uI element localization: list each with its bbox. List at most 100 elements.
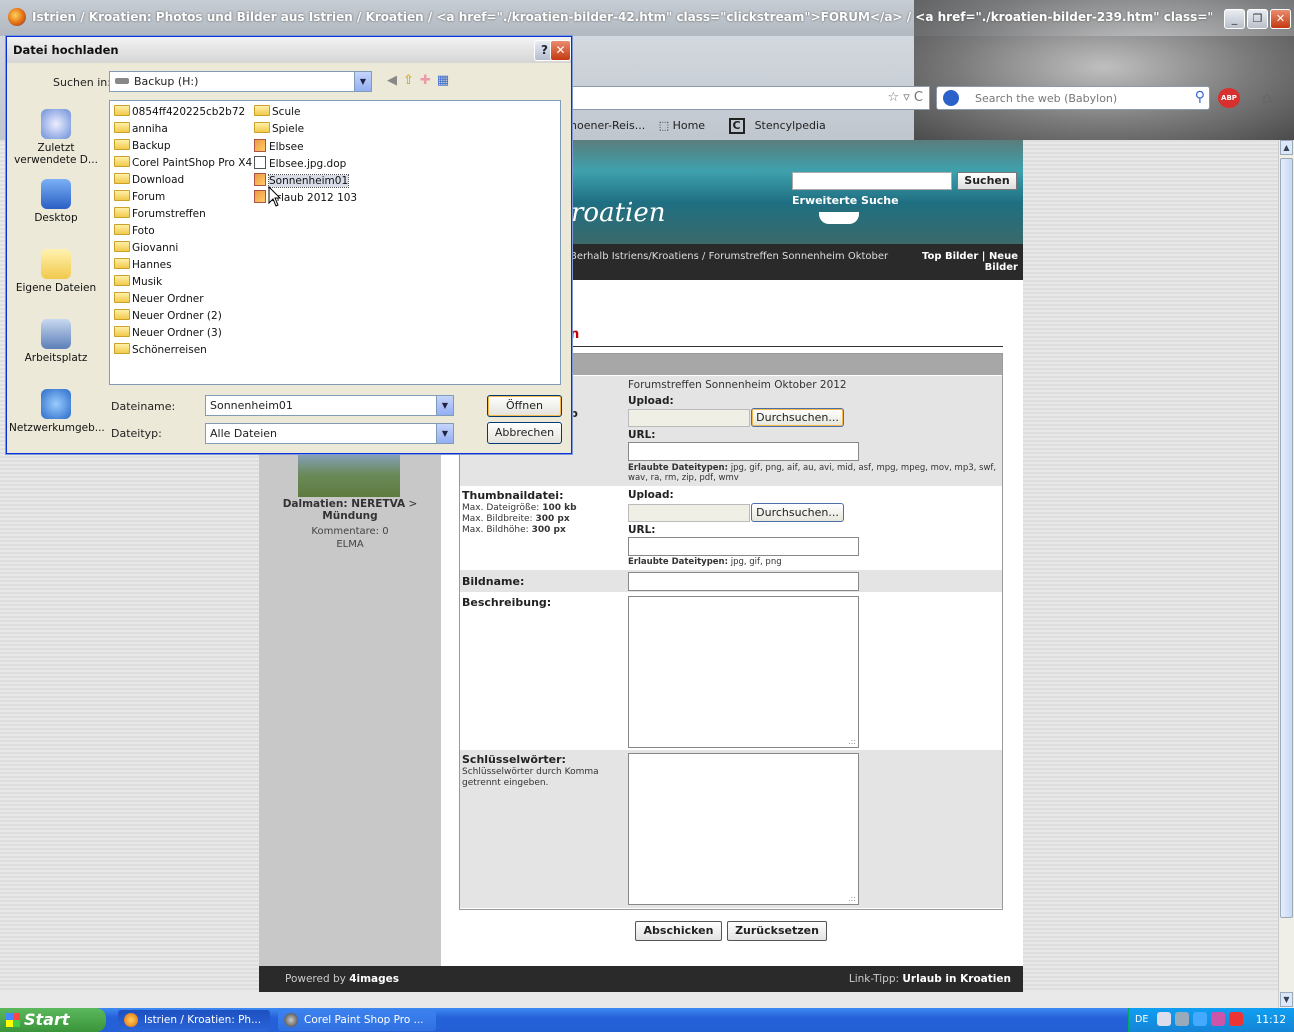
close-window-icon[interactable]: ✕ xyxy=(1270,9,1291,29)
top-links: Top Bilder | Neue Bilder xyxy=(900,251,1018,273)
scroll-down-icon[interactable]: ▼ xyxy=(1280,992,1293,1007)
language-indicator[interactable]: DE xyxy=(1135,1014,1148,1025)
media-browse-button[interactable]: Durchsuchen... xyxy=(751,408,844,427)
image-name-input[interactable] xyxy=(628,572,859,591)
thumbnail-user[interactable]: ELMA xyxy=(280,538,420,551)
places-recent[interactable]: Zuletzt verwendete D... xyxy=(9,109,103,166)
minimize-icon[interactable]: _ xyxy=(1224,9,1245,29)
site-search-button[interactable]: Suchen xyxy=(957,172,1017,190)
list-item[interactable]: Neuer Ordner (3) xyxy=(114,326,222,342)
filename-input[interactable]: Sonnenheim01 ▼ xyxy=(205,395,454,416)
scroll-thumb[interactable] xyxy=(1280,158,1293,918)
taskbar-item-firefox[interactable]: Istrien / Kroatien: Ph... xyxy=(118,1010,270,1031)
thumbnail-title-link[interactable]: Dalmatien: NERETVA xyxy=(283,498,405,510)
resize-grip-icon[interactable]: .:: xyxy=(848,737,856,746)
open-button[interactable]: Öffnen xyxy=(487,395,562,417)
thumbnail-limits: Max. Dateigröße: 100 kb Max. Bildbreite:… xyxy=(462,503,622,536)
list-item[interactable]: Forum xyxy=(114,190,165,206)
bookmark-item-stencylpedia[interactable]: C Stencylpedia xyxy=(728,118,836,134)
list-item[interactable]: Foto xyxy=(114,224,155,240)
resize-grip-icon[interactable]: .:: xyxy=(848,894,856,903)
home-icon[interactable]: ⌂ xyxy=(1262,88,1272,107)
chevron-down-icon[interactable]: ▼ xyxy=(436,424,453,443)
scroll-up-icon[interactable]: ▲ xyxy=(1280,140,1293,155)
filetype-select[interactable]: Alle Dateien ▼ xyxy=(205,423,454,444)
submit-button[interactable]: Abschicken xyxy=(635,921,722,941)
breadcrumb[interactable]: Berhalb Istriens/Kroatiens / Forumstreff… xyxy=(570,251,888,262)
list-item[interactable]: Neuer Ordner (2) xyxy=(114,309,222,325)
list-item[interactable]: Elbsee.jpg.dop xyxy=(254,156,346,172)
list-item[interactable]: Scule xyxy=(254,105,300,121)
list-item[interactable]: Hannes xyxy=(114,258,172,274)
places-my-documents[interactable]: Eigene Dateien xyxy=(9,249,103,294)
upload-label: Upload: xyxy=(628,395,674,407)
start-button[interactable]: Start xyxy=(0,1008,106,1032)
my-computer-icon xyxy=(41,319,71,349)
image-file-icon xyxy=(254,190,266,203)
media-file-field[interactable] xyxy=(628,409,750,427)
chevron-down-icon[interactable]: ▼ xyxy=(354,72,371,91)
back-icon[interactable]: ◀ xyxy=(387,73,403,88)
look-in-select[interactable]: Backup (H:) ▼ xyxy=(109,71,372,92)
bookmark-item[interactable]: hoener-Reis... xyxy=(570,119,645,132)
bookmark-star-icon[interactable]: ☆ ▿ C xyxy=(887,90,923,105)
folder-icon xyxy=(254,122,270,133)
description-textarea[interactable]: .:: xyxy=(628,596,859,748)
tray-network-icon[interactable] xyxy=(1193,1012,1207,1026)
recent-icon xyxy=(41,109,71,139)
site-search-input[interactable] xyxy=(792,172,952,190)
reset-button[interactable]: Zurücksetzen xyxy=(727,921,827,941)
footer-brand-link[interactable]: 4images xyxy=(349,973,399,985)
close-icon[interactable]: ✕ xyxy=(550,40,571,61)
list-item[interactable]: Elbsee xyxy=(254,139,304,155)
list-item[interactable]: Backup xyxy=(114,139,171,155)
footer-tip-link[interactable]: Urlaub in Kroatien xyxy=(902,973,1011,985)
advanced-search-link[interactable]: Erweiterte Suche xyxy=(792,194,899,207)
places-my-computer[interactable]: Arbeitsplatz xyxy=(9,319,103,364)
chevron-down-icon[interactable]: ▼ xyxy=(436,396,453,415)
link-tip-label: Link-Tipp: xyxy=(848,973,900,985)
list-item[interactable]: Spiele xyxy=(254,122,304,138)
list-item[interactable]: Schönerreisen xyxy=(114,343,207,359)
taskbar-item-corel[interactable]: Corel Paint Shop Pro ... xyxy=(278,1010,436,1031)
list-item[interactable]: Giovanni xyxy=(114,241,178,257)
search-icon[interactable]: ⚲ xyxy=(1195,89,1205,105)
thumbnail-browse-button[interactable]: Durchsuchen... xyxy=(751,503,844,522)
cancel-button[interactable]: Abbrechen xyxy=(487,422,562,444)
thumbnail-url-input[interactable] xyxy=(628,537,859,556)
keywords-textarea[interactable]: .:: xyxy=(628,753,859,905)
places-desktop[interactable]: Desktop xyxy=(9,179,103,224)
list-item[interactable]: 0854ff420225cb2b72 xyxy=(114,105,245,121)
filename-value: Sonnenheim01 xyxy=(210,399,293,412)
list-item[interactable]: Neuer Ordner xyxy=(114,292,204,308)
item-label: Spiele xyxy=(272,123,305,135)
address-bar[interactable]: ☆ ▿ C xyxy=(570,86,930,110)
tray-speaker-icon[interactable] xyxy=(1175,1012,1189,1026)
list-item[interactable]: anniha xyxy=(114,122,168,138)
site-logo[interactable]: roatien xyxy=(571,198,665,228)
maximize-icon[interactable]: ❐ xyxy=(1247,9,1268,29)
adblock-icon[interactable]: ABP xyxy=(1218,88,1240,108)
bookmark-item-home[interactable]: ⬚ Home xyxy=(659,119,715,132)
keywords-hint: Schlüsselwörter durch Komma getrennt ein… xyxy=(462,767,599,788)
new-folder-icon[interactable]: ✚ xyxy=(420,73,437,88)
up-folder-icon[interactable]: ⇧ xyxy=(403,73,420,88)
list-item[interactable]: Musik xyxy=(114,275,162,291)
search-bar[interactable]: Search the web (Babylon) ⚲ xyxy=(936,86,1210,110)
tray-antivirus-icon[interactable] xyxy=(1229,1012,1243,1026)
places-network[interactable]: Netzwerkumgeb... xyxy=(9,389,105,434)
random-image-thumbnail[interactable] xyxy=(298,452,400,497)
thumbnail-subtitle[interactable]: Mündung xyxy=(322,510,377,522)
top-bilder-link[interactable]: Top Bilder xyxy=(922,251,978,262)
view-menu-icon[interactable]: ▦ xyxy=(437,73,455,88)
neue-bilder-link[interactable]: Neue Bilder xyxy=(985,251,1018,273)
list-item[interactable]: Corel PaintShop Pro X4 xyxy=(114,156,252,172)
dialog-title-bar[interactable]: Datei hochladen xyxy=(7,37,571,63)
vertical-scrollbar[interactable]: ▲ ▼ xyxy=(1278,140,1294,1008)
list-item[interactable]: Download xyxy=(114,173,184,189)
tray-app-icon[interactable] xyxy=(1211,1012,1225,1026)
media-url-input[interactable] xyxy=(628,442,859,461)
list-item[interactable]: Forumstreffen xyxy=(114,207,206,223)
tray-arrow-icon[interactable] xyxy=(1157,1012,1171,1026)
thumbnail-file-field[interactable] xyxy=(628,504,750,522)
